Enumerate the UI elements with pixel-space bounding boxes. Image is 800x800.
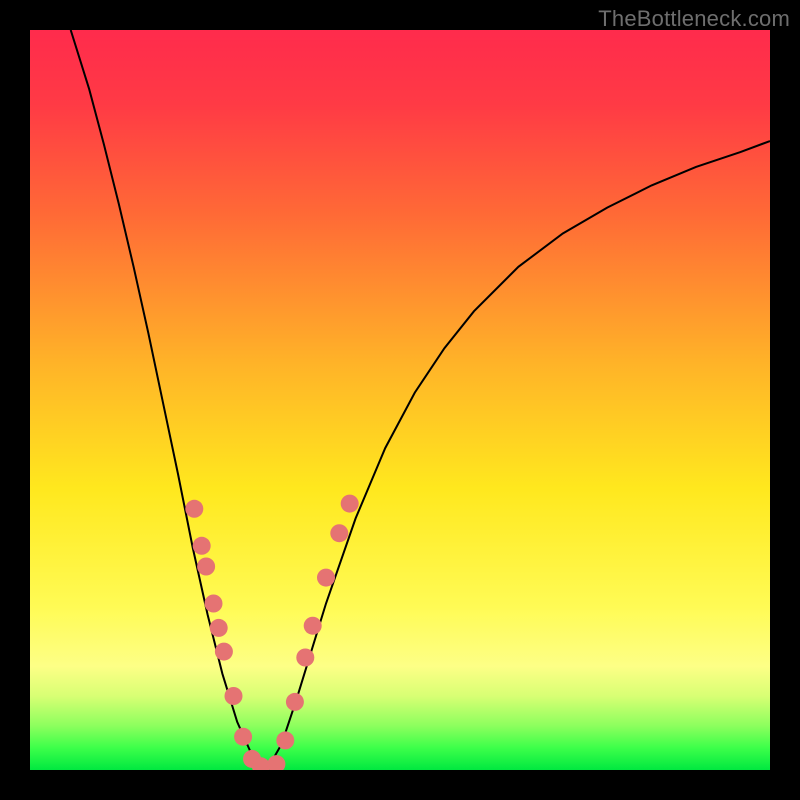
data-point-marker <box>341 495 359 513</box>
data-point-marker <box>225 687 243 705</box>
data-point-marker <box>330 524 348 542</box>
data-point-marker <box>286 693 304 711</box>
data-point-marker <box>210 619 228 637</box>
data-point-marker <box>197 558 215 576</box>
data-point-marker <box>185 500 203 518</box>
data-point-marker <box>234 728 252 746</box>
left-branch-curve <box>71 30 267 770</box>
data-point-marker <box>296 649 314 667</box>
data-point-marker <box>193 537 211 555</box>
data-point-marker <box>267 755 285 770</box>
data-point-marker <box>317 569 335 587</box>
plot-area <box>30 30 770 770</box>
data-point-marker <box>215 643 233 661</box>
chart-frame: TheBottleneck.com <box>0 0 800 800</box>
data-point-marker <box>304 617 322 635</box>
data-point-marker <box>276 731 294 749</box>
curve-layer <box>30 30 770 770</box>
right-branch-curve <box>267 141 770 770</box>
watermark-text: TheBottleneck.com <box>598 6 790 32</box>
markers-left-group <box>185 500 270 770</box>
data-point-marker <box>205 595 223 613</box>
markers-right-group <box>267 495 358 770</box>
